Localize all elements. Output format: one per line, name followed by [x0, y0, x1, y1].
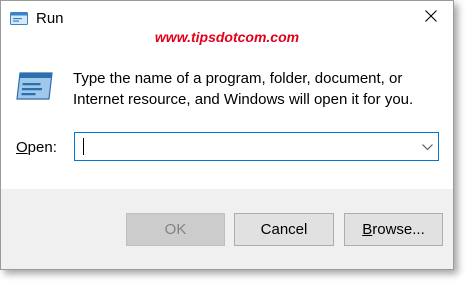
cancel-button[interactable]: Cancel	[234, 213, 334, 246]
instruction-line-2: Internet resource, and Windows will open…	[73, 91, 414, 108]
chevron-down-icon	[421, 138, 433, 156]
instruction-line-1: Type the name of a program, folder, docu…	[73, 70, 403, 87]
open-label-mnemonic: O	[16, 139, 28, 156]
watermark-text: www.tipsdotcom.com	[154, 29, 300, 45]
open-input[interactable]	[75, 133, 410, 160]
run-dialog: Run www.tipsdotcom.com Type the name of …	[0, 0, 454, 270]
close-icon	[425, 9, 437, 27]
open-label: Open:	[16, 139, 57, 156]
run-program-icon	[15, 70, 55, 102]
open-label-rest: pen:	[27, 139, 57, 156]
window-title: Run	[36, 10, 64, 27]
browse-mnemonic: B	[362, 221, 373, 238]
text-cursor	[83, 138, 84, 155]
browse-button[interactable]: Browse...	[344, 213, 443, 246]
open-dropdown-button[interactable]	[420, 140, 434, 154]
run-app-icon	[10, 11, 28, 25]
ok-button[interactable]: OK	[126, 213, 225, 246]
open-combobox[interactable]	[74, 132, 439, 161]
instruction-text: Type the name of a program, folder, docu…	[73, 68, 433, 110]
browse-label-rest: rowse...	[372, 221, 425, 238]
